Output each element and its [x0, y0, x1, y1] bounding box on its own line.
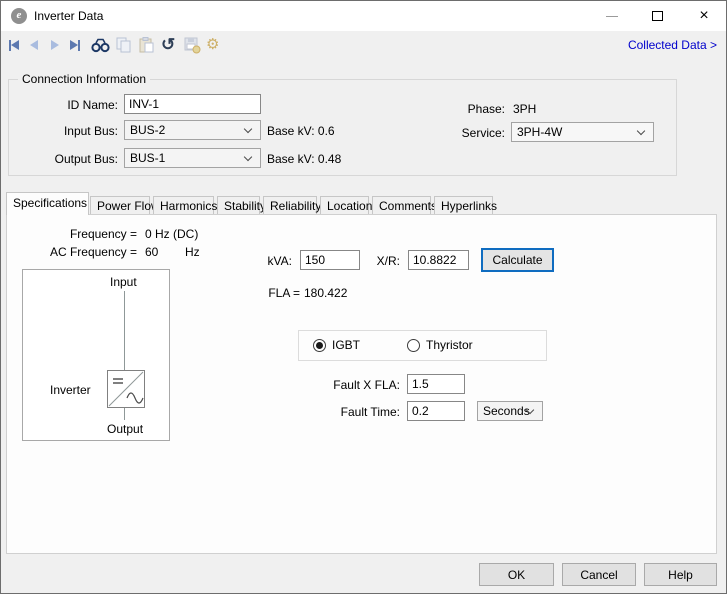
output-bus-base-kv: Base kV: 0.48: [267, 152, 341, 166]
save-protect-icon[interactable]: [184, 36, 201, 54]
radio-thyristor-label: Thyristor: [426, 338, 473, 352]
fault-time-input[interactable]: [407, 401, 465, 421]
inverter-symbol-icon: [107, 370, 145, 408]
xr-input[interactable]: [408, 250, 469, 270]
radio-igbt[interactable]: IGBT: [313, 338, 360, 352]
frequency-label: Frequency =: [7, 227, 137, 241]
cancel-button[interactable]: Cancel: [562, 563, 636, 586]
kva-label: kVA:: [247, 254, 292, 268]
fault-x-fla-label: Fault X FLA:: [317, 378, 400, 392]
diagram-input-label: Input: [110, 275, 137, 289]
next-record-icon[interactable]: [51, 36, 59, 54]
tab-stability[interactable]: Stability: [217, 196, 260, 215]
refresh-icon[interactable]: ↺: [161, 36, 175, 54]
id-name-input[interactable]: [124, 94, 261, 114]
paste-icon[interactable]: [139, 36, 154, 54]
input-bus-select[interactable]: BUS-2: [124, 120, 261, 140]
phase-label: Phase:: [421, 102, 505, 116]
first-record-icon[interactable]: [9, 36, 19, 54]
calculate-button[interactable]: Calculate: [481, 248, 554, 272]
diagram-inverter-label: Inverter: [50, 383, 91, 397]
chevron-down-icon: [244, 125, 252, 133]
inverter-diagram: Input Inverter Output: [22, 269, 170, 441]
service-select[interactable]: 3PH-4W: [511, 122, 654, 142]
chevron-down-icon: [637, 127, 645, 135]
fla-value: 180.422: [304, 286, 347, 300]
ac-frequency-label: AC Frequency =: [7, 245, 137, 259]
service-label: Service:: [421, 126, 505, 140]
tab-reliability[interactable]: Reliability: [263, 196, 317, 215]
radio-selected-icon: [313, 339, 326, 352]
title-bar: e Inverter Data ×: [1, 1, 726, 31]
fault-x-fla-input[interactable]: [407, 374, 465, 394]
input-bus-value: BUS-2: [130, 123, 165, 137]
fault-time-unit-value: Seconds: [483, 404, 530, 418]
base-kv-label: Base kV:: [267, 152, 315, 166]
base-kv-label: Base kV:: [267, 124, 315, 138]
ac-frequency-unit: Hz: [185, 245, 200, 259]
xr-label: X/R:: [347, 254, 400, 268]
find-icon[interactable]: [91, 36, 110, 54]
help-button[interactable]: Help: [644, 563, 717, 586]
chevron-down-icon: [244, 153, 252, 161]
previous-record-icon[interactable]: [30, 36, 38, 54]
tab-specifications[interactable]: Specifications: [6, 192, 89, 215]
inverter-data-dialog: e Inverter Data ×: [0, 0, 727, 594]
input-bus-base-kv: Base kV: 0.6: [267, 124, 335, 138]
output-bus-label: Output Bus:: [21, 152, 118, 166]
last-record-icon[interactable]: [70, 36, 80, 54]
tab-harmonics[interactable]: Harmonics: [153, 196, 214, 215]
fla-label: FLA =: [260, 286, 300, 300]
window-title: Inverter Data: [34, 1, 103, 31]
toolbar: ↺ ⚙ Collected Data >: [1, 31, 726, 59]
frequency-value: 0 Hz (DC): [145, 227, 198, 241]
minimize-button[interactable]: [595, 1, 629, 31]
diagram-input-line: [124, 291, 125, 370]
specifications-panel: Frequency = 0 Hz (DC) AC Frequency = 60 …: [6, 214, 717, 554]
app-logo-icon: e: [11, 8, 27, 24]
close-icon: ×: [699, 7, 708, 24]
tab-power-flow[interactable]: Power Flow: [90, 196, 150, 215]
minimize-icon: [606, 16, 618, 17]
close-button[interactable]: ×: [687, 1, 721, 31]
radio-thyristor[interactable]: Thyristor: [407, 338, 473, 352]
base-kv-value: 0.6: [318, 124, 335, 138]
copy-icon[interactable]: [116, 36, 131, 54]
ok-button[interactable]: OK: [479, 563, 554, 586]
tab-hyperlinks[interactable]: Hyperlinks: [434, 196, 493, 215]
collected-data-link[interactable]: Collected Data >: [628, 31, 717, 59]
base-kv-value: 0.48: [318, 152, 341, 166]
service-value: 3PH-4W: [517, 125, 562, 139]
id-name-label: ID Name:: [21, 98, 118, 112]
radio-unselected-icon: [407, 339, 420, 352]
settings-gear-icon[interactable]: ⚙: [206, 36, 219, 54]
input-bus-label: Input Bus:: [21, 124, 118, 138]
maximize-icon: [652, 11, 663, 21]
tab-comments[interactable]: Comments: [372, 196, 431, 215]
diagram-output-line: [124, 408, 125, 420]
tab-location[interactable]: Location: [320, 196, 369, 215]
ac-frequency-value: 60: [145, 245, 158, 259]
output-bus-value: BUS-1: [130, 151, 165, 165]
groupbox-legend: Connection Information: [18, 72, 150, 86]
fault-time-unit-select[interactable]: Seconds: [477, 401, 543, 421]
fault-time-label: Fault Time:: [317, 405, 400, 419]
output-bus-select[interactable]: BUS-1: [124, 148, 261, 168]
radio-igbt-label: IGBT: [332, 338, 360, 352]
diagram-output-label: Output: [107, 422, 143, 436]
maximize-button[interactable]: [641, 1, 675, 31]
phase-value: 3PH: [513, 102, 536, 116]
